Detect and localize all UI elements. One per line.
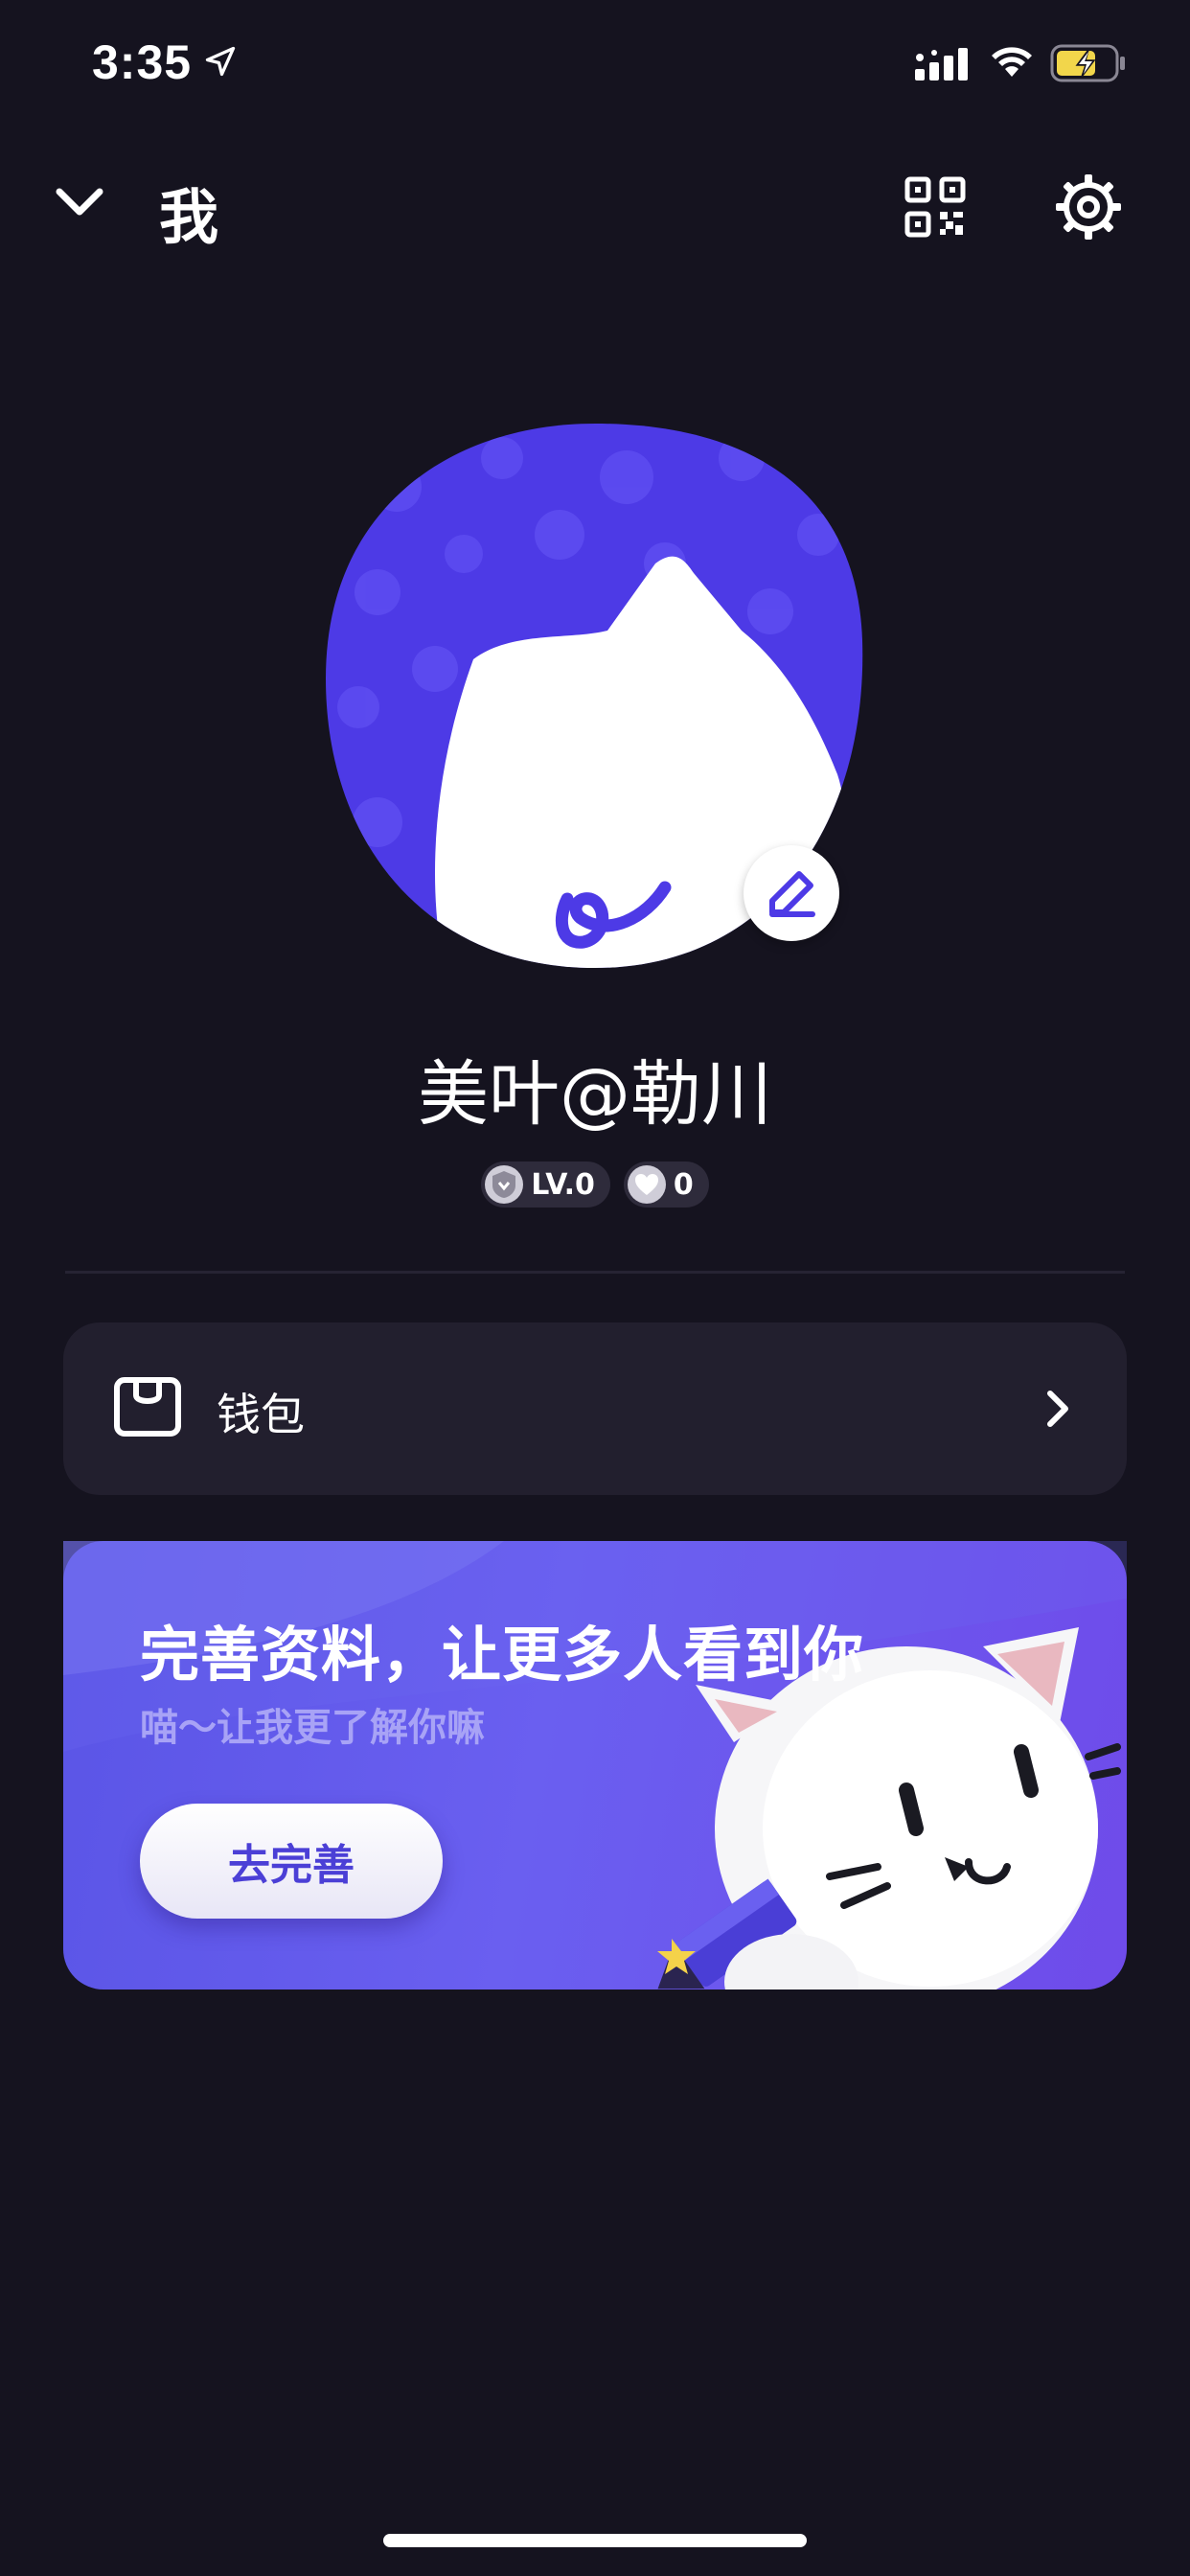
banner-subtitle: 喵～让我更了解你嘛 [140, 1706, 485, 1750]
settings-gear-icon[interactable] [1054, 172, 1123, 242]
battery-charging-icon [1050, 44, 1125, 82]
profile-badges: LV.0 0 [0, 1162, 1190, 1208]
level-shield-icon [485, 1165, 524, 1204]
pencil-icon [769, 871, 815, 917]
heart-icon [627, 1165, 666, 1204]
banner-title: 完善资料，让更多人看到你 [140, 1620, 865, 1690]
chevron-right-icon [1047, 1391, 1068, 1427]
page-title: 我 [159, 182, 219, 252]
home-indicator[interactable] [383, 2534, 807, 2547]
status-time: 3:35 [92, 35, 193, 89]
heart-count: 0 [673, 1167, 694, 1202]
complete-profile-button[interactable]: 去完善 [140, 1804, 443, 1919]
divider [65, 1271, 1125, 1274]
username: 美叶@勒川 [418, 1053, 772, 1136]
heart-badge[interactable]: 0 [623, 1162, 709, 1208]
level-badge[interactable]: LV.0 [481, 1162, 610, 1208]
wifi-icon [992, 47, 1032, 77]
wallet-label: 钱包 [217, 1389, 305, 1440]
level-text: LV.0 [531, 1167, 595, 1202]
qr-code-icon[interactable] [904, 176, 966, 238]
location-arrow-icon [205, 46, 236, 77]
wallet-icon [114, 1377, 181, 1437]
cellular-signal-icon [915, 48, 968, 80]
collapse-chevron-button[interactable] [54, 176, 105, 228]
edit-avatar-button[interactable] [744, 845, 839, 941]
